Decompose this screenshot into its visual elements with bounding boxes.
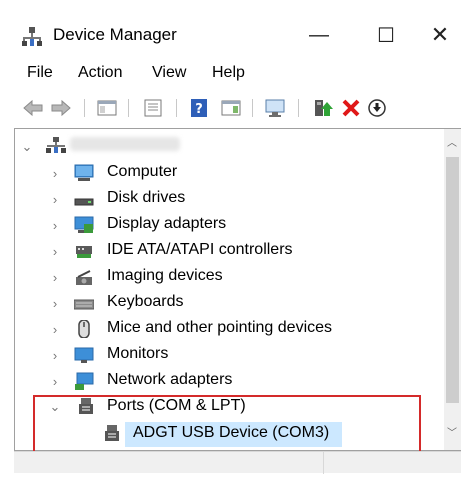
scan-hardware-icon[interactable] — [264, 98, 286, 118]
action-pane-icon[interactable] — [220, 98, 242, 118]
chevron-right-icon[interactable]: › — [48, 342, 62, 368]
toolbar-separator — [84, 99, 85, 117]
toolbar-separator — [176, 99, 177, 117]
tree-item-label: Disk drives — [107, 189, 186, 206]
chevron-right-icon[interactable]: › — [48, 368, 62, 394]
computer-root-icon — [46, 137, 66, 153]
chevron-right-icon[interactable]: › — [48, 186, 62, 212]
chevron-right-icon[interactable]: › — [48, 264, 62, 290]
ide-controller-icon — [76, 246, 92, 258]
toolbar-separator — [298, 99, 299, 117]
monitor-icon — [74, 347, 94, 363]
network-adapter-icon — [75, 372, 94, 390]
svg-text:?: ? — [195, 102, 203, 117]
chevron-right-icon[interactable]: › — [48, 316, 62, 342]
redacted-computer-name — [70, 137, 180, 151]
menu-view[interactable]: View — [152, 64, 186, 82]
vertical-scrollbar[interactable]: ︿ ﹀ — [444, 129, 461, 450]
disk-drive-icon — [74, 198, 94, 206]
menu-file[interactable]: File — [27, 64, 53, 82]
scroll-down-icon[interactable]: ﹀ — [447, 429, 457, 439]
device-manager-icon — [22, 27, 42, 46]
tree-item-label: Network adapters — [107, 371, 233, 388]
tree-item-label: IDE ATA/ATAPI controllers — [107, 241, 293, 258]
uninstall-device-icon[interactable] — [340, 98, 362, 118]
chevron-down-icon[interactable]: ⌄ — [20, 134, 34, 160]
tree-item-label: Display adapters — [107, 215, 227, 232]
chevron-right-icon[interactable]: › — [48, 238, 62, 264]
chevron-right-icon[interactable]: › — [48, 160, 62, 186]
computer-icon — [74, 164, 94, 181]
toolbar-separator — [128, 99, 129, 117]
chevron-right-icon[interactable]: › — [48, 212, 62, 238]
forward-arrow-icon[interactable] — [50, 98, 72, 118]
update-driver-icon[interactable] — [366, 98, 388, 118]
show-hide-console-tree-icon[interactable] — [96, 98, 118, 118]
toolbar: ? — [0, 91, 461, 125]
status-bar — [14, 451, 461, 474]
menu-action[interactable]: Action — [78, 64, 122, 82]
status-segment — [14, 452, 324, 474]
back-arrow-icon[interactable] — [22, 98, 44, 118]
menu-bar: File Action View Help — [0, 63, 461, 89]
close-button[interactable]: ✕ — [425, 20, 455, 50]
maximize-button[interactable]: ☐ — [371, 20, 401, 50]
scroll-up-icon[interactable]: ︿ — [447, 139, 457, 149]
enable-device-icon[interactable] — [312, 98, 334, 118]
mouse-icon — [78, 320, 90, 338]
tree-item-label: Keyboards — [107, 293, 184, 310]
scrollbar-thumb[interactable] — [446, 157, 459, 403]
menu-help[interactable]: Help — [212, 64, 245, 82]
chevron-right-icon[interactable]: › — [48, 290, 62, 316]
camera-icon — [76, 270, 92, 285]
minimize-button[interactable]: — — [304, 20, 334, 50]
display-adapter-icon — [74, 216, 94, 233]
properties-icon[interactable] — [142, 98, 164, 118]
help-icon[interactable]: ? — [188, 98, 210, 118]
annotation-highlight-box — [33, 395, 421, 455]
keyboard-icon — [74, 299, 94, 310]
tree-item-label: Imaging devices — [107, 267, 223, 284]
tree-item-label: Monitors — [107, 345, 169, 362]
toolbar-separator — [252, 99, 253, 117]
title-bar: Device Manager — ☐ ✕ — [0, 0, 461, 63]
tree-item-label: Mice and other pointing devices — [107, 319, 333, 336]
tree-item-label: Computer — [107, 163, 178, 180]
window-title: Device Manager — [53, 25, 177, 44]
